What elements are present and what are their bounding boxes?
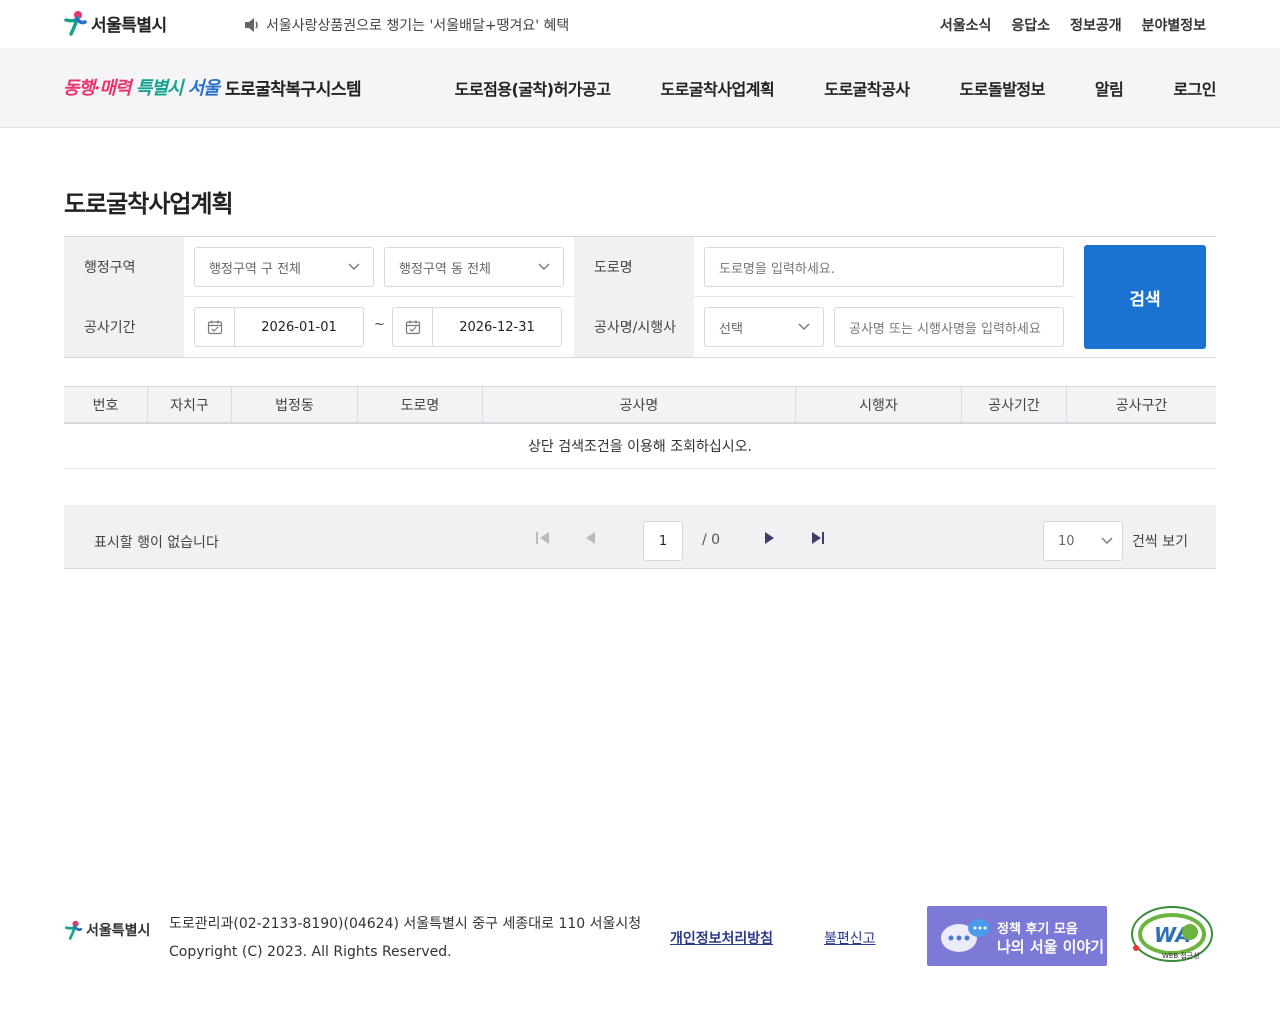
dong-select[interactable]: 행정구역 동 전체 <box>384 247 564 287</box>
name-input[interactable]: 공사명 또는 시행사명을 입력하세요 <box>834 307 1064 347</box>
address-text: 도로관리과(02-2133-8190)(04624) 서울특별시 중구 세종대로… <box>169 916 642 932</box>
footer-logo-text: 서울특별시 <box>86 923 151 939</box>
col-section[interactable]: 공사구간 <box>1067 387 1216 422</box>
prev-page-icon[interactable] <box>582 531 598 545</box>
menu-item-login[interactable]: 로그인 <box>1173 76 1216 100</box>
date-from-value: 2026-01-01 <box>261 319 337 335</box>
road-name-input[interactable]: 도로명을 입력하세요. <box>704 247 1064 287</box>
calendar-icon[interactable] <box>393 308 433 346</box>
seoul-symbol-icon <box>64 920 83 940</box>
menu-item-excavation-work[interactable]: 도로굴착공사 <box>824 76 910 100</box>
chevron-down-icon <box>348 263 360 270</box>
page-total: / 0 <box>702 532 721 548</box>
row-info: 표시할 행이 없습니다 <box>94 535 219 551</box>
seoul-logo[interactable]: 서울특별시 <box>63 10 167 36</box>
col-work-name[interactable]: 공사명 <box>483 387 796 422</box>
col-number[interactable]: 번호 <box>64 387 148 422</box>
table-header: 번호 자치구 법정동 도로명 공사명 시행자 공사기간 공사구간 <box>64 386 1216 424</box>
search-row-district: 행정구역 행정구역 구 전체 행정구역 동 전체 도로명 도로명을 입력하세요. <box>64 237 1074 297</box>
util-link-disclosure[interactable]: 정보공개 <box>1070 15 1122 35</box>
col-period[interactable]: 공사기간 <box>962 387 1067 422</box>
col-contractor[interactable]: 시행자 <box>796 387 962 422</box>
util-link-response[interactable]: 응답소 <box>1011 15 1050 35</box>
notice-banner[interactable]: 서울사랑상품권으로 챙기는 '서울배달+땡겨요' 혜택 <box>244 15 569 35</box>
footer-logo: 서울특별시 <box>64 920 150 940</box>
chevron-down-icon <box>538 263 550 270</box>
type-select[interactable]: 선택 <box>704 307 824 347</box>
seoul-logo-text: 서울특별시 <box>91 15 167 36</box>
search-row-period: 공사기간 2026-01-01 ~ 2026-12-31 공사명/시행사 선택 … <box>64 297 1074 357</box>
banner-line1: 정책 후기 모음 <box>997 922 1078 937</box>
chevron-down-icon <box>798 323 810 330</box>
col-road[interactable]: 도로명 <box>358 387 483 422</box>
policy-review-banner[interactable]: 정책 후기 모음 나의 서울 이야기 <box>927 906 1107 966</box>
main-navigation: 동행·매력 특별시 서울 도로굴착복구시스템 도로점용(굴착)허가공고 도로굴착… <box>0 48 1280 128</box>
col-dong[interactable]: 법정동 <box>232 387 358 422</box>
system-name: 도로굴착복구시스템 <box>224 79 362 100</box>
util-link-field-info[interactable]: 분야별정보 <box>1142 15 1206 35</box>
web-accessibility-mark-icon: WA WEB 접근성 <box>1131 906 1213 962</box>
results-table: 번호 자치구 법정동 도로명 공사명 시행자 공사기간 공사구간 상단 검색조건… <box>64 386 1216 469</box>
date-from-field[interactable]: 2026-01-01 <box>194 307 364 347</box>
road-label: 도로명 <box>574 237 694 297</box>
pagination-bar: 표시할 행이 없습니다 1 / 0 10 건씩 보기 <box>64 505 1216 569</box>
chat-bubble-icon <box>941 919 990 952</box>
menu-item-road-incident[interactable]: 도로돌발정보 <box>960 76 1046 100</box>
district-label: 행정구역 <box>64 237 184 297</box>
slogan-logo: 동행·매력 특별시 서울 <box>63 78 220 99</box>
top-utility-bar: 서울특별시 서울사랑상품권으로 챙기는 '서울배달+땡겨요' 혜택 서울소식 응… <box>0 0 1280 48</box>
date-separator: ~ <box>374 317 385 332</box>
empty-message: 상단 검색조건을 이용해 조회하십시오. <box>64 424 1216 469</box>
gnb-menu: 도로점용(굴착)허가공고 도로굴착사업계획 도로굴착공사 도로돌발정보 알림 로… <box>455 76 1217 100</box>
page-number-input[interactable]: 1 <box>643 521 683 561</box>
system-brand[interactable]: 동행·매력 특별시 서울 도로굴착복구시스템 <box>63 70 362 104</box>
speaker-icon <box>245 18 258 32</box>
banner-line2: 나의 서울 이야기 <box>997 938 1105 956</box>
search-form: 행정구역 행정구역 구 전체 행정구역 동 전체 도로명 도로명을 입력하세요.… <box>64 236 1216 358</box>
util-link-news[interactable]: 서울소식 <box>940 15 992 35</box>
rows-per-page-select[interactable]: 10 <box>1043 521 1123 561</box>
privacy-policy-link[interactable]: 개인정보처리방침 <box>670 928 773 948</box>
col-district[interactable]: 자치구 <box>148 387 232 422</box>
date-to-field[interactable]: 2026-12-31 <box>392 307 562 347</box>
report-link[interactable]: 불편신고 <box>824 928 876 948</box>
calendar-icon[interactable] <box>195 308 235 346</box>
svg-text:WEB 접근성: WEB 접근성 <box>1162 951 1200 960</box>
menu-item-permit-notice[interactable]: 도로점용(굴착)허가공고 <box>455 76 611 100</box>
chevron-down-icon <box>1101 537 1113 544</box>
utility-links: 서울소식 응답소 정보공개 분야별정보 <box>940 15 1206 35</box>
footer-address: 도로관리과(02-2133-8190)(04624) 서울특별시 중구 세종대로… <box>169 910 641 966</box>
menu-item-excavation-plan[interactable]: 도로굴착사업계획 <box>660 76 774 100</box>
date-to-value: 2026-12-31 <box>459 319 535 335</box>
first-page-icon[interactable] <box>535 531 551 545</box>
next-page-icon[interactable] <box>762 531 778 545</box>
name-label: 공사명/시행사 <box>574 297 694 357</box>
footer: 서울특별시 도로관리과(02-2133-8190)(04624) 서울특별시 중… <box>0 890 1280 990</box>
seoul-symbol-icon <box>64 11 87 36</box>
rows-per-page-label: 건씩 보기 <box>1132 534 1188 550</box>
period-label: 공사기간 <box>64 297 184 357</box>
page-title: 도로굴착사업계획 <box>64 190 234 218</box>
search-button[interactable]: 검색 <box>1084 245 1206 349</box>
last-page-icon[interactable] <box>810 531 826 545</box>
menu-item-notice[interactable]: 알림 <box>1095 76 1124 100</box>
copyright-text: Copyright (C) 2023. All Rights Reserved. <box>169 944 452 960</box>
gu-select[interactable]: 행정구역 구 전체 <box>194 247 374 287</box>
notice-text: 서울사랑상품권으로 챙기는 '서울배달+땡겨요' 혜택 <box>266 18 570 34</box>
